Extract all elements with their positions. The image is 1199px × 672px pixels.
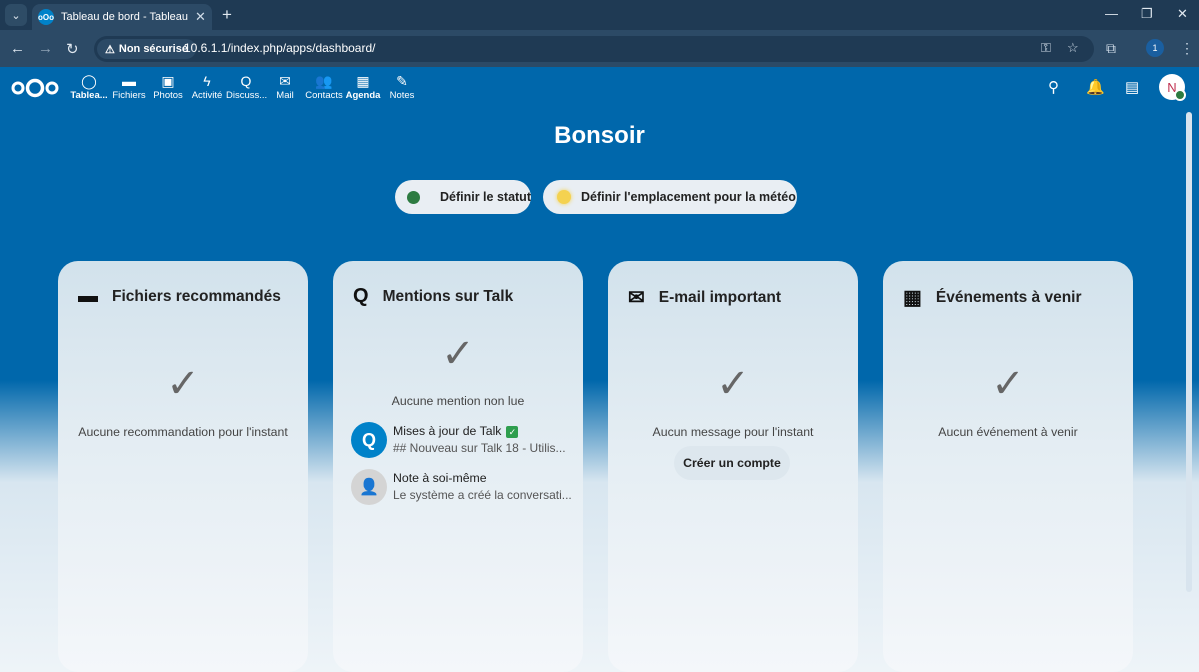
security-label: Non sécurisé [118, 43, 188, 55]
talk-icon: Q [353, 285, 369, 307]
nav-app-activity[interactable]: ϟ Activité [187, 72, 227, 101]
browser-menu-icon[interactable]: ⋮ [1180, 40, 1194, 57]
create-account-button[interactable]: Créer un compte [674, 446, 790, 480]
weather-location-label: Définir l'emplacement pour la météo [581, 190, 796, 204]
close-tab-icon[interactable]: ✕ [195, 9, 206, 25]
widget-title: ▬ Fichiers recommandés [78, 285, 281, 308]
mention-title-text: Mises à jour de Talk [393, 424, 502, 438]
folder-icon: ▬ [122, 73, 136, 89]
weather-location-button[interactable]: Définir l'emplacement pour la météo [543, 180, 797, 214]
mention-title: Note à soi-même [393, 471, 487, 485]
talk-icon: Q [361, 429, 376, 450]
empty-message: Aucun événement à venir [938, 425, 1078, 439]
browser-profile-avatar[interactable]: 1 [1146, 39, 1164, 57]
url-text[interactable]: 10.6.1.1/index.php/apps/dashboard/ [184, 41, 375, 55]
list-item[interactable]: Q Mises à jour de Talk ✓ ## Nouveau sur T… [351, 422, 571, 462]
tab-list-chevron-icon[interactable]: ⌄ [5, 4, 27, 26]
widget-title-text: Fichiers recommandés [112, 287, 281, 305]
restore-icon[interactable]: ❐ [1141, 6, 1153, 22]
widget-title: Q Mentions sur Talk [353, 285, 513, 308]
greeting-title: Bonsoir [554, 122, 645, 149]
checkmark-icon: ✓ [441, 332, 475, 376]
user-silhouette-icon: 👤 [359, 479, 379, 496]
close-window-icon[interactable]: ✕ [1177, 6, 1188, 22]
nav-app-talk[interactable]: Q Discuss... [226, 72, 268, 101]
list-item[interactable]: 👤 Note à soi-même Le système a créé la c… [351, 469, 572, 509]
widget-title: ▦ Événements à venir [903, 285, 1082, 310]
set-status-label: Définir le statut [440, 190, 531, 204]
lightning-icon: ϟ [203, 73, 211, 89]
nav-app-label: Contacts [305, 90, 343, 101]
nav-app-label: Photos [153, 90, 183, 101]
back-arrow-icon[interactable]: ← [10, 40, 25, 57]
nav-app-photos[interactable]: ▣ Photos [148, 72, 188, 101]
nav-app-contacts[interactable]: 👥 Contacts [304, 72, 344, 101]
nav-app-calendar[interactable]: ▦ Agenda [343, 72, 383, 101]
folder-icon: ▬ [78, 285, 98, 307]
tab-title: Tableau de bord - Tableau de bord [61, 11, 191, 23]
widget-title-text: E-mail important [658, 288, 782, 306]
forward-arrow-icon[interactable]: → [38, 40, 53, 57]
widget-upcoming-events: ▦ Événements à venir ✓ Aucun événement à… [883, 261, 1133, 672]
checkmark-icon: ✓ [166, 362, 200, 406]
widget-title: ✉ E-mail important [628, 285, 781, 310]
widget-title-text: Événements à venir [935, 288, 1082, 306]
nav-app-label: Agenda [345, 90, 381, 101]
nav-app-files[interactable]: ▬ Fichiers [109, 72, 149, 101]
new-tab-plus-icon[interactable]: + [222, 5, 232, 25]
nav-app-label: Notes [389, 90, 415, 101]
empty-message: Aucune recommandation pour l'instant [78, 425, 288, 439]
verified-check-icon: ✓ [506, 426, 519, 438]
checkmark-icon: ✓ [716, 362, 750, 406]
checkmark-icon: ✓ [991, 362, 1025, 406]
set-status-button[interactable]: Définir le statut [395, 180, 531, 214]
mail-icon: ✉ [628, 287, 645, 309]
nextcloud-favicon-icon: oOo [38, 9, 54, 25]
browser-tab[interactable]: oOo Tableau de bord - Tableau de bord ✕ [32, 4, 212, 30]
nav-app-label: Tablea... [70, 90, 108, 101]
reload-icon[interactable]: ↻ [66, 40, 79, 58]
contacts-menu-icon[interactable]: ▤ [1125, 78, 1139, 96]
security-indicator[interactable]: ⚠ Non sécurisé [97, 39, 196, 59]
extensions-puzzle-icon[interactable]: ⧉ [1106, 40, 1116, 57]
nav-app-mail[interactable]: ✉ Mail [265, 72, 305, 101]
widget-talk-mentions: Q Mentions sur Talk ✓ Aucune mention non… [333, 261, 583, 672]
page-scrollbar[interactable] [1186, 112, 1192, 592]
contacts-icon: 👥 [315, 73, 333, 89]
weather-sun-icon [557, 190, 571, 204]
empty-message: Aucune mention non lue [391, 394, 525, 408]
widget-important-email: ✉ E-mail important ✓ Aucun message pour … [608, 261, 858, 672]
notifications-bell-icon[interactable]: 🔔 [1086, 78, 1105, 96]
nav-app-notes[interactable]: ✎ Notes [382, 72, 422, 101]
mention-subtitle: Le système a créé la conversati... [393, 488, 572, 502]
mention-subtitle: ## Nouveau sur Talk 18 - Utilis... [393, 441, 566, 455]
calendar-icon: ▦ [903, 287, 922, 309]
dashboard-icon: ◯ [81, 73, 97, 89]
image-icon: ▣ [161, 73, 175, 89]
search-icon[interactable]: ⚲ [1048, 78, 1059, 96]
password-key-icon[interactable]: ⚿ [1041, 40, 1051, 56]
nav-app-dashboard[interactable]: ◯ Tablea... [69, 72, 109, 101]
empty-message: Aucun message pour l'instant [652, 425, 814, 439]
talk-icon: Q [240, 73, 252, 89]
warning-triangle-icon: ⚠ [105, 43, 115, 56]
status-dot-icon [407, 190, 420, 204]
nav-app-label: Activité [191, 90, 223, 101]
bookmark-star-icon[interactable]: ☆ [1067, 40, 1079, 56]
nav-app-label: Discuss... [226, 90, 268, 101]
widget-recommended-files: ▬ Fichiers recommandés ✓ Aucune recomman… [58, 261, 308, 672]
online-status-dot [1174, 89, 1186, 101]
nav-app-label: Fichiers [112, 90, 146, 101]
talk-avatar: Q [351, 422, 387, 458]
mention-title: Mises à jour de Talk ✓ [393, 424, 519, 438]
calendar-icon: ▦ [356, 73, 370, 89]
nav-app-label: Mail [276, 90, 294, 101]
pencil-icon: ✎ [396, 73, 408, 89]
nextcloud-logo-icon[interactable] [11, 78, 59, 98]
widget-title-text: Mentions sur Talk [382, 287, 514, 305]
note-avatar: 👤 [351, 469, 387, 505]
minimize-icon[interactable]: — [1105, 6, 1118, 21]
mail-icon: ✉ [279, 73, 291, 89]
